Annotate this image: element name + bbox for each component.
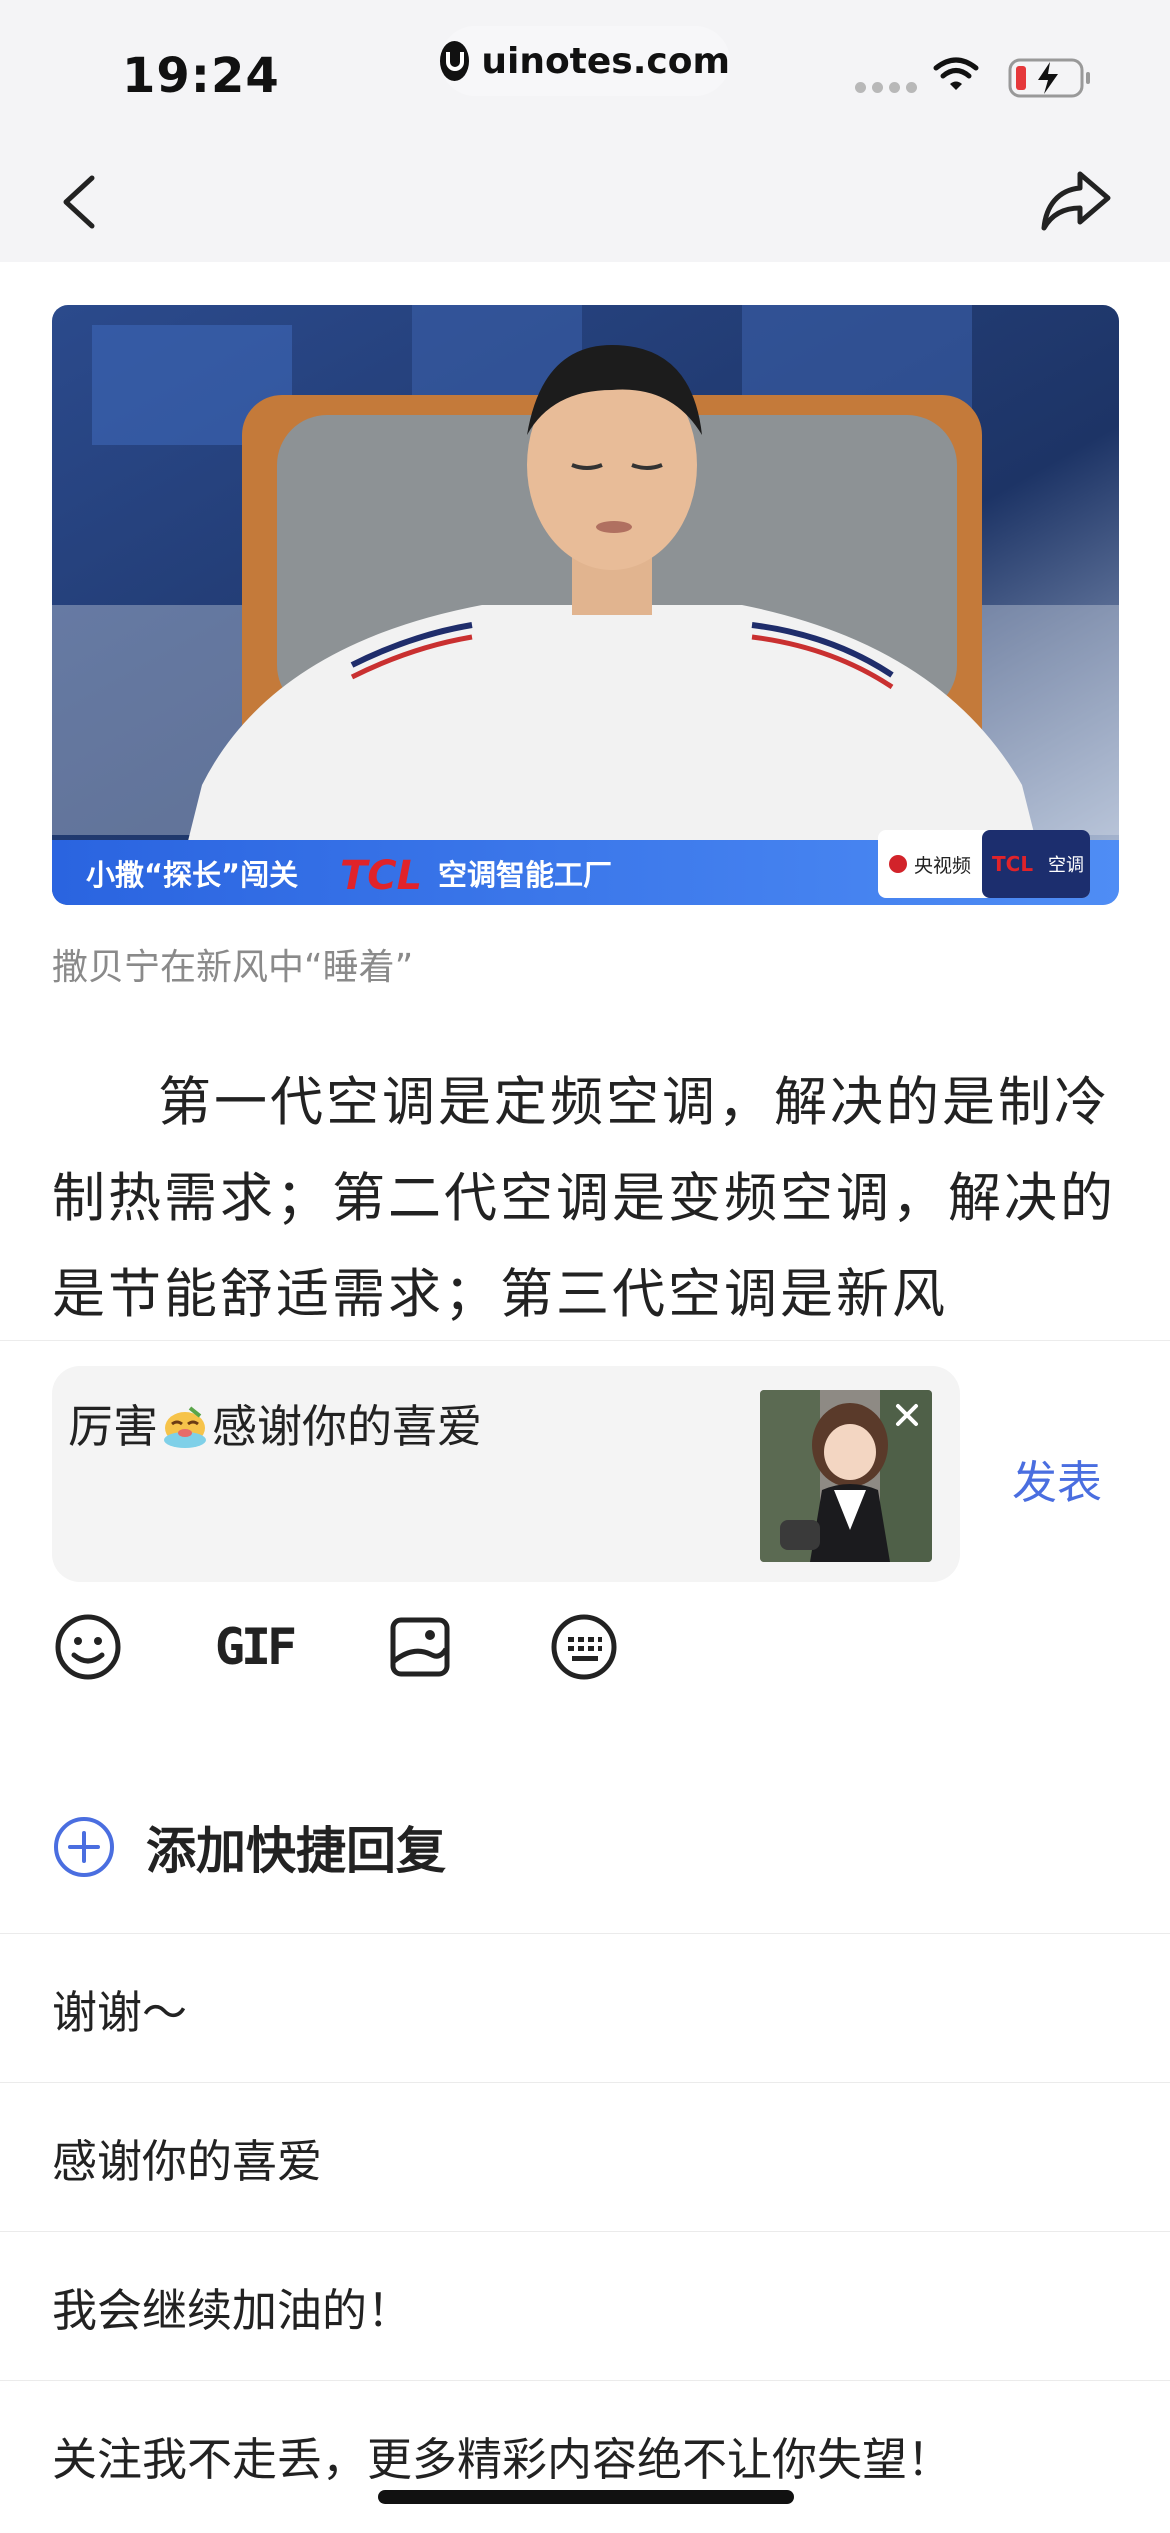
gif-label: GIF — [214, 1618, 297, 1676]
reply-text-after: 感谢你的喜爱 — [212, 1400, 483, 1453]
banner-text-2: 空调智能工厂 — [438, 858, 612, 892]
banner-text-1: 小撒“探长”闯关 — [86, 858, 298, 892]
publish-button[interactable]: 发表 — [1012, 1446, 1102, 1511]
reply-input[interactable]: 厉害 感谢你的喜爱 — [52, 1366, 960, 1582]
add-circle-icon — [54, 1817, 114, 1877]
gif-button[interactable]: GIF — [214, 1611, 297, 1683]
article-image[interactable]: 小撒“探长”闯关 TCL 空调智能工厂 央视频 TCL 空调 — [52, 305, 1119, 905]
reply-input-text: 厉害 感谢你的喜爱 — [68, 1390, 482, 1455]
reply-toolbar: GIF — [52, 1611, 752, 1691]
image-icon — [390, 1617, 450, 1677]
badge-text: 空调 — [1048, 855, 1084, 876]
remove-image-close-icon[interactable] — [890, 1398, 924, 1432]
add-quick-reply-button[interactable]: 添加快捷回复 — [52, 1811, 446, 1883]
attached-image-thumbnail[interactable] — [760, 1390, 932, 1562]
article-body: 第一代空调是定频空调，解决的是制冷制热需求；第二代空调是变频空调，解决的是节能舒… — [52, 1072, 1116, 1325]
image-button[interactable] — [384, 1611, 456, 1683]
add-quick-reply-label: 添加快捷回复 — [146, 1822, 446, 1880]
quick-reply-icon — [551, 1614, 617, 1680]
badge-brand: TCL — [992, 852, 1033, 876]
status-bar: 19:24 uinotes.com — [0, 0, 1170, 140]
quick-reply-item[interactable]: 谢谢～ — [0, 1933, 1170, 2082]
reply-panel: 厉害 感谢你的喜爱 发表 GIF 添加快捷回复 谢谢～ 感谢你的喜爱 我会继续加… — [0, 1340, 1170, 2533]
back-button[interactable] — [52, 170, 108, 234]
reply-text-before: 厉害 — [68, 1400, 159, 1453]
share-button[interactable] — [1040, 166, 1114, 236]
url-text: uinotes.com — [481, 40, 730, 82]
quick-reply-item[interactable]: 感谢你的喜爱 — [0, 2082, 1170, 2231]
quick-reply-button[interactable] — [548, 1611, 620, 1683]
quick-reply-list: 谢谢～ 感谢你的喜爱 我会继续加油的！ 关注我不走丢，更多精彩内容绝不让你失望！ — [0, 1933, 1170, 2529]
cellular-signal-icon — [855, 82, 917, 93]
home-indicator[interactable] — [378, 2490, 794, 2504]
badge-left-text: 央视频 — [914, 855, 971, 877]
status-time: 19:24 — [122, 48, 280, 104]
wifi-icon — [933, 57, 979, 90]
emoji-icon — [55, 1614, 121, 1680]
quick-reply-item[interactable]: 我会继续加油的！ — [0, 2231, 1170, 2380]
url-pill[interactable]: uinotes.com — [440, 26, 730, 96]
banner-brand: TCL — [340, 853, 422, 899]
nav-bar — [0, 140, 1170, 262]
image-caption: 撒贝宁在新风中“睡着” — [52, 947, 414, 988]
battery-charging-icon — [1008, 58, 1090, 98]
quick-reply-item[interactable]: 关注我不走丢，更多精彩内容绝不让你失望！ — [0, 2380, 1170, 2529]
emoji-sticker-icon — [164, 1406, 207, 1448]
site-logo-icon — [440, 41, 470, 81]
emoji-button[interactable] — [52, 1611, 124, 1683]
